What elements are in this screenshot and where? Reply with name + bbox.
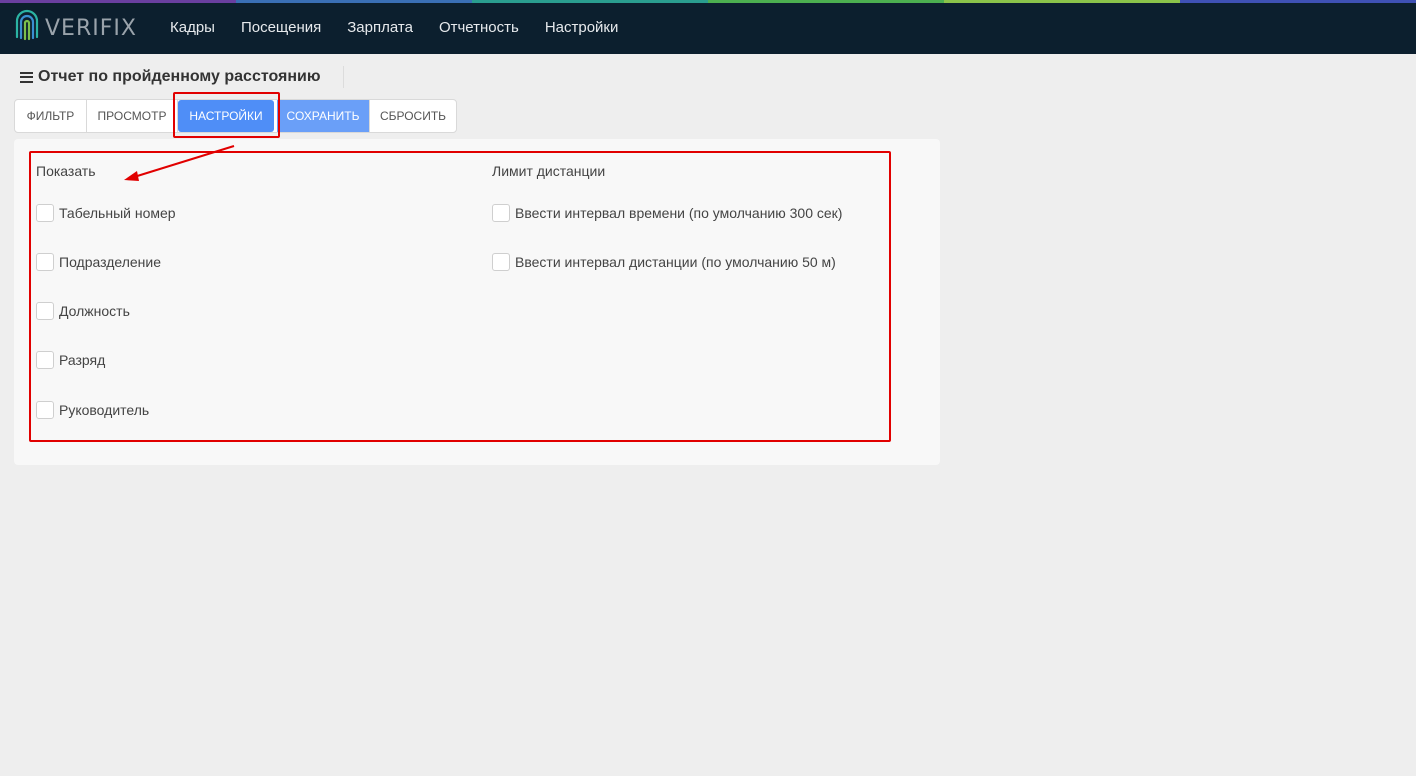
distance-limit-title: Лимит дистанции [492, 163, 606, 179]
page-title: Отчет по пройденному расстоянию [38, 68, 321, 85]
option-time-interval[interactable]: Ввести интервал времени (по умолчанию 30… [492, 204, 842, 222]
nav-item-reports[interactable]: Отчетность [426, 19, 532, 36]
brand-name: VERIFIX [45, 15, 137, 41]
settings-button[interactable]: Настройки [178, 100, 274, 132]
option-employee-number[interactable]: Табельный номер [36, 204, 176, 222]
page-header: Отчет по пройденному расстоянию [20, 66, 321, 88]
fingerprint-icon [13, 7, 41, 50]
main-nav: Кадры Посещения Зарплата Отчетность Наст… [157, 0, 631, 54]
hamburger-icon[interactable] [20, 71, 33, 83]
distance-limit-section: Лимит дистанции Ввести интервал времени … [492, 162, 842, 271]
top-navbar: VERIFIX Кадры Посещения Зарплата Отчетно… [0, 0, 1416, 54]
nav-item-personnel[interactable]: Кадры [157, 19, 228, 36]
reset-button[interactable]: Сбросить [370, 100, 456, 132]
checkbox-distance-interval[interactable] [492, 253, 510, 271]
save-button[interactable]: Сохранить [277, 100, 370, 132]
header-divider [343, 66, 344, 88]
settings-panel [14, 139, 940, 465]
nav-item-attendance[interactable]: Посещения [228, 19, 334, 36]
checkbox-position[interactable] [36, 302, 54, 320]
option-department[interactable]: Подразделение [36, 253, 161, 271]
option-label: Ввести интервал дистанции (по умолчанию … [515, 254, 836, 270]
show-columns-section: Показать Табельный номер Подразделение Д… [36, 162, 176, 419]
brand-logo[interactable]: VERIFIX [13, 9, 137, 47]
option-label: Руководитель [59, 402, 150, 418]
checkbox-grade[interactable] [36, 351, 54, 369]
option-manager[interactable]: Руководитель [36, 401, 149, 419]
option-label: Ввести интервал времени (по умолчанию 30… [515, 205, 843, 221]
option-distance-interval[interactable]: Ввести интервал дистанции (по умолчанию … [492, 253, 836, 271]
nav-item-salary[interactable]: Зарплата [334, 19, 426, 36]
checkbox-manager[interactable] [36, 401, 54, 419]
option-position[interactable]: Должность [36, 302, 130, 320]
show-section-title: Показать [36, 163, 96, 179]
report-toolbar: Фильтр Просмотр Настройки Сохранить Сбро… [14, 99, 457, 133]
option-grade[interactable]: Разряд [36, 351, 105, 369]
view-button[interactable]: Просмотр [87, 100, 178, 132]
nav-item-settings[interactable]: Настройки [532, 19, 632, 36]
option-label: Табельный номер [59, 205, 176, 221]
checkbox-time-interval[interactable] [492, 204, 510, 222]
option-label: Подразделение [59, 254, 162, 270]
checkbox-employee-number[interactable] [36, 204, 54, 222]
filter-button[interactable]: Фильтр [15, 100, 87, 132]
option-label: Разряд [59, 352, 106, 368]
checkbox-department[interactable] [36, 253, 54, 271]
option-label: Должность [59, 303, 130, 319]
